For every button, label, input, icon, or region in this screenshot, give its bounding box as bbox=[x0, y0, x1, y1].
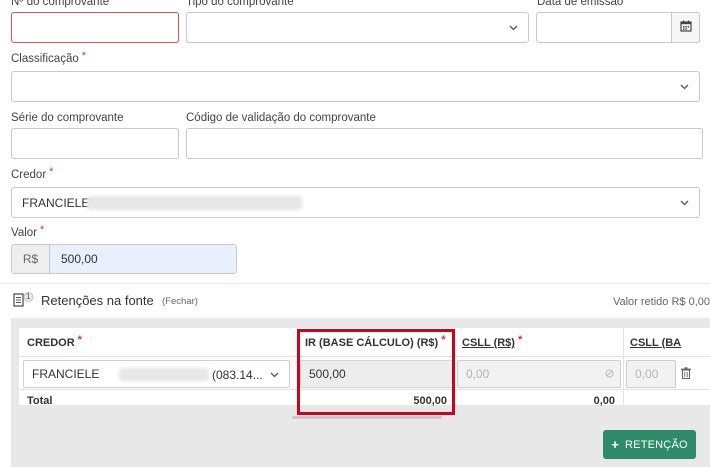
fechar-link[interactable]: (Fechar) bbox=[162, 296, 198, 307]
row-credor-select[interactable]: FRANCIELE (083.14... bbox=[23, 360, 290, 388]
currency-addon: R$ bbox=[11, 244, 49, 274]
chevron-down-icon bbox=[680, 198, 689, 207]
data-emissao-input[interactable] bbox=[536, 12, 700, 43]
row-credor-name: FRANCIELE bbox=[32, 367, 100, 381]
row-credor-doc: (083.14... bbox=[212, 368, 263, 382]
row-csll-value: 0,00 bbox=[466, 367, 490, 381]
redacted-text bbox=[119, 368, 209, 381]
credor-selected-value: FRANCIELE bbox=[22, 196, 90, 210]
calendar-button[interactable] bbox=[671, 12, 700, 43]
highlight-box bbox=[297, 329, 455, 415]
calendar-icon bbox=[679, 20, 692, 35]
disabled-icon bbox=[605, 367, 614, 381]
horizontal-scrollbar[interactable] bbox=[292, 416, 442, 419]
numero-label: Nº do comprovante bbox=[11, 0, 110, 8]
section-divider bbox=[0, 283, 710, 284]
column-divider bbox=[623, 328, 624, 405]
credor-label: Credor * bbox=[11, 166, 54, 181]
retencoes-count-badge: 1 bbox=[26, 292, 31, 301]
chevron-down-icon bbox=[680, 82, 689, 91]
row-csll-ba-input[interactable]: 0,00 bbox=[626, 360, 676, 388]
codigo-label: Código de validação do comprovante bbox=[186, 112, 376, 124]
valor-input[interactable]: 500,00 bbox=[49, 244, 237, 274]
valor-label: Valor * bbox=[11, 224, 45, 239]
classificacao-label: Classificação * bbox=[11, 50, 87, 65]
trash-icon[interactable] bbox=[681, 367, 691, 382]
serie-label: Série do comprovante bbox=[11, 112, 124, 124]
add-retencao-button[interactable]: + RETENÇÃO bbox=[603, 430, 696, 459]
retencoes-title: Retenções na fonte bbox=[41, 293, 154, 308]
redacted-text bbox=[87, 196, 302, 210]
total-label: Total bbox=[27, 395, 53, 407]
classificacao-select[interactable] bbox=[11, 71, 700, 102]
document-icon bbox=[13, 292, 35, 311]
serie-input[interactable] bbox=[11, 128, 179, 159]
valor-retido-text: Valor retido R$ 0,00 bbox=[612, 296, 710, 308]
numero-comprovante-input[interactable] bbox=[11, 12, 179, 43]
row-csll-input[interactable]: 0,00 bbox=[457, 360, 621, 388]
codigo-validacao-input[interactable] bbox=[186, 128, 703, 159]
data-emissao-label: Data de emissão bbox=[537, 0, 624, 8]
tipo-label: Tipo do comprovante bbox=[186, 0, 294, 8]
chevron-down-icon bbox=[270, 370, 279, 379]
plus-icon: + bbox=[611, 437, 620, 452]
total-csll: 0,00 bbox=[593, 395, 615, 407]
add-retencao-label: RETENÇÃO bbox=[625, 438, 688, 451]
tipo-comprovante-select[interactable] bbox=[186, 12, 529, 43]
col-header-csll: CSLL (R$) * bbox=[462, 334, 523, 349]
col-header-credor: CREDOR * bbox=[27, 334, 82, 349]
credor-select[interactable]: FRANCIELE bbox=[11, 187, 700, 218]
col-header-csll-ba: CSLL (BA bbox=[630, 337, 682, 349]
chevron-down-icon bbox=[509, 23, 518, 32]
